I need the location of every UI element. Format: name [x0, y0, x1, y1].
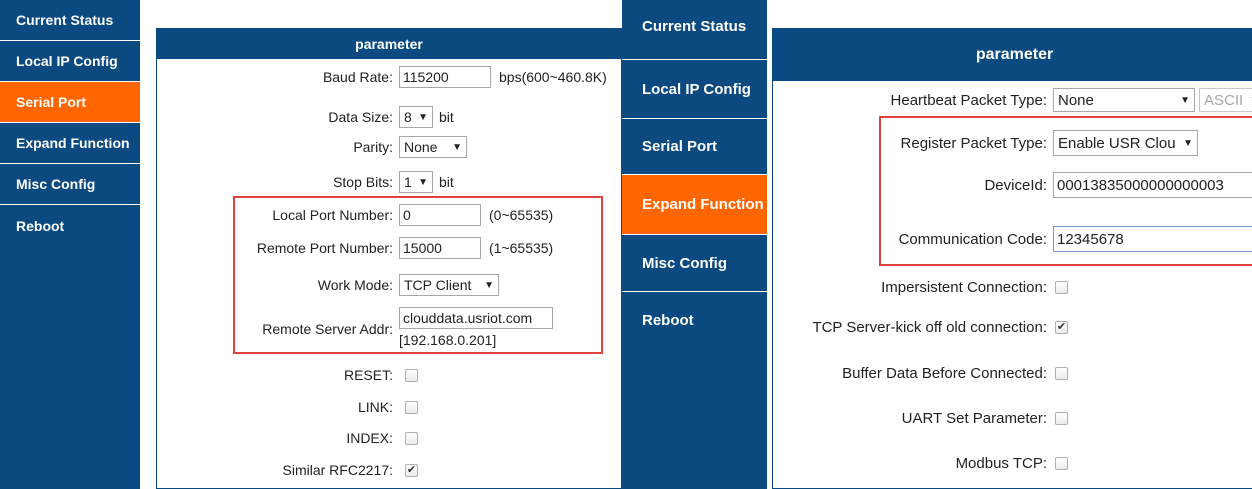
sidebar-item-local-ip-config[interactable]: Local IP Config [622, 60, 767, 119]
index-label: INDEX: [346, 430, 393, 446]
parity-select[interactable]: None ▼ [399, 136, 467, 158]
parity-row: Parity: None ▼ [157, 135, 467, 159]
sidebar-item-label: Local IP Config [16, 53, 118, 69]
check-mark-icon: ✔ [1056, 320, 1067, 333]
impersistent-label: Impersistent Connection: [881, 278, 1047, 296]
sidebar-item-label: Reboot [642, 311, 694, 329]
data-size-label: Data Size: [328, 109, 393, 125]
parameter-header: parameter [157, 29, 621, 59]
link-row: LINK: [157, 395, 418, 419]
sidebar-item-label: Local IP Config [642, 80, 751, 98]
sidebar-item-label: Expand Function [642, 196, 764, 213]
baud-rate-row: Baud Rate: bps(600~460.8K) [157, 65, 607, 89]
impersistent-checkbox[interactable] [1055, 280, 1068, 294]
sidebar-item-reboot[interactable]: Reboot [0, 205, 140, 246]
modbus-tcp-row: Modbus TCP: [773, 450, 1068, 476]
highlight-box [879, 116, 1252, 266]
index-checkbox[interactable] [405, 431, 418, 445]
parity-label: Parity: [353, 139, 393, 155]
heartbeat-type-value: None [1058, 91, 1094, 109]
modbus-tcp-label: Modbus TCP: [955, 454, 1047, 472]
stop-bits-select[interactable]: 1 ▼ [399, 171, 433, 193]
reset-checkbox[interactable] [405, 368, 418, 382]
sidebar-item-label: Reboot [16, 217, 65, 234]
chevron-down-icon: ▼ [418, 111, 428, 123]
rfc2217-checkbox[interactable]: ✔ [405, 463, 418, 477]
data-size-unit: bit [439, 109, 454, 125]
stop-bits-unit: bit [439, 174, 454, 190]
heartbeat-format-select[interactable]: ASCII▼ [1199, 88, 1252, 112]
sidebar-item-expand-function[interactable]: Expand Function [0, 123, 140, 164]
stop-bits-value: 1 [404, 174, 412, 190]
sidebar-item-local-ip-config[interactable]: Local IP Config [0, 41, 140, 82]
left-screenshot: Current Status Local IP Config Serial Po… [0, 0, 622, 489]
sidebar-item-misc-config[interactable]: Misc Config [0, 164, 140, 205]
sidebar-nav: Current Status Local IP Config Serial Po… [622, 0, 767, 489]
highlight-box [233, 196, 603, 354]
sidebar-item-current-status[interactable]: Current Status [0, 0, 140, 41]
reset-label: RESET: [343, 367, 393, 383]
baud-rate-unit: bps(600~460.8K) [499, 69, 607, 85]
stop-bits-row: Stop Bits: 1 ▼ bit [157, 170, 454, 194]
heartbeat-type-row: Heartbeat Packet Type: None ▼ ASCII▼ [773, 87, 1252, 113]
buffer-data-row: Buffer Data Before Connected: [773, 360, 1068, 386]
chevron-down-icon: ▼ [1180, 94, 1190, 106]
sidebar-item-current-status[interactable]: Current Status [622, 0, 767, 60]
uart-param-checkbox[interactable] [1055, 411, 1068, 425]
sidebar-item-misc-config[interactable]: Misc Config [622, 235, 767, 292]
chevron-down-icon: ▼ [452, 141, 462, 153]
impersistent-row: Impersistent Connection: [773, 274, 1068, 300]
kick-off-row: TCP Server-kick off old connection: ✔ [773, 314, 1068, 340]
sidebar-item-label: Misc Config [16, 176, 96, 192]
uart-param-label: UART Set Parameter: [901, 409, 1047, 427]
right-screenshot: Current Status Local IP Config Serial Po… [622, 0, 1252, 489]
data-size-value: 8 [404, 109, 412, 125]
stop-bits-label: Stop Bits: [333, 174, 393, 190]
sidebar-item-label: Expand Function [16, 135, 130, 151]
check-mark-icon: ✔ [406, 463, 417, 476]
sidebar-item-label: Serial Port [642, 138, 718, 155]
modbus-tcp-checkbox[interactable] [1055, 456, 1068, 470]
reset-row: RESET: [157, 363, 418, 387]
rfc2217-row: Similar RFC2217: ✔ [157, 458, 418, 482]
sidebar-item-label: Serial Port [16, 94, 87, 110]
heartbeat-format-value: ASCII [1204, 91, 1244, 109]
parameter-header: parameter [773, 29, 1252, 81]
baud-rate-input[interactable] [399, 66, 491, 88]
chevron-down-icon: ▼ [418, 176, 428, 188]
kick-off-label: TCP Server-kick off old connection: [812, 318, 1047, 336]
buffer-data-label: Buffer Data Before Connected: [842, 364, 1047, 382]
baud-rate-label: Baud Rate: [322, 69, 393, 85]
buffer-data-checkbox[interactable] [1055, 366, 1068, 380]
sidebar-item-label: Current Status [642, 18, 747, 35]
link-label: LINK: [357, 399, 393, 415]
sidebar-item-label: Misc Config [642, 254, 727, 272]
sidebar-nav: Current Status Local IP Config Serial Po… [0, 0, 140, 489]
rfc2217-label: Similar RFC2217: [282, 462, 393, 478]
sidebar-item-label: Current Status [16, 12, 114, 28]
index-row: INDEX: [157, 426, 418, 450]
sidebar-item-serial-port[interactable]: Serial Port [0, 82, 140, 123]
sidebar-item-expand-function[interactable]: Expand Function [622, 175, 767, 235]
data-size-row: Data Size: 8 ▼ bit [157, 105, 454, 129]
sidebar-item-serial-port[interactable]: Serial Port [622, 119, 767, 175]
uart-param-row: UART Set Parameter: [773, 405, 1068, 431]
kick-off-checkbox[interactable]: ✔ [1055, 320, 1068, 334]
heartbeat-type-label: Heartbeat Packet Type: [890, 91, 1047, 109]
parity-value: None [404, 139, 438, 155]
sidebar-item-reboot[interactable]: Reboot [622, 292, 767, 348]
heartbeat-type-select[interactable]: None ▼ [1053, 88, 1195, 112]
link-checkbox[interactable] [405, 400, 418, 414]
data-size-select[interactable]: 8 ▼ [399, 106, 433, 128]
